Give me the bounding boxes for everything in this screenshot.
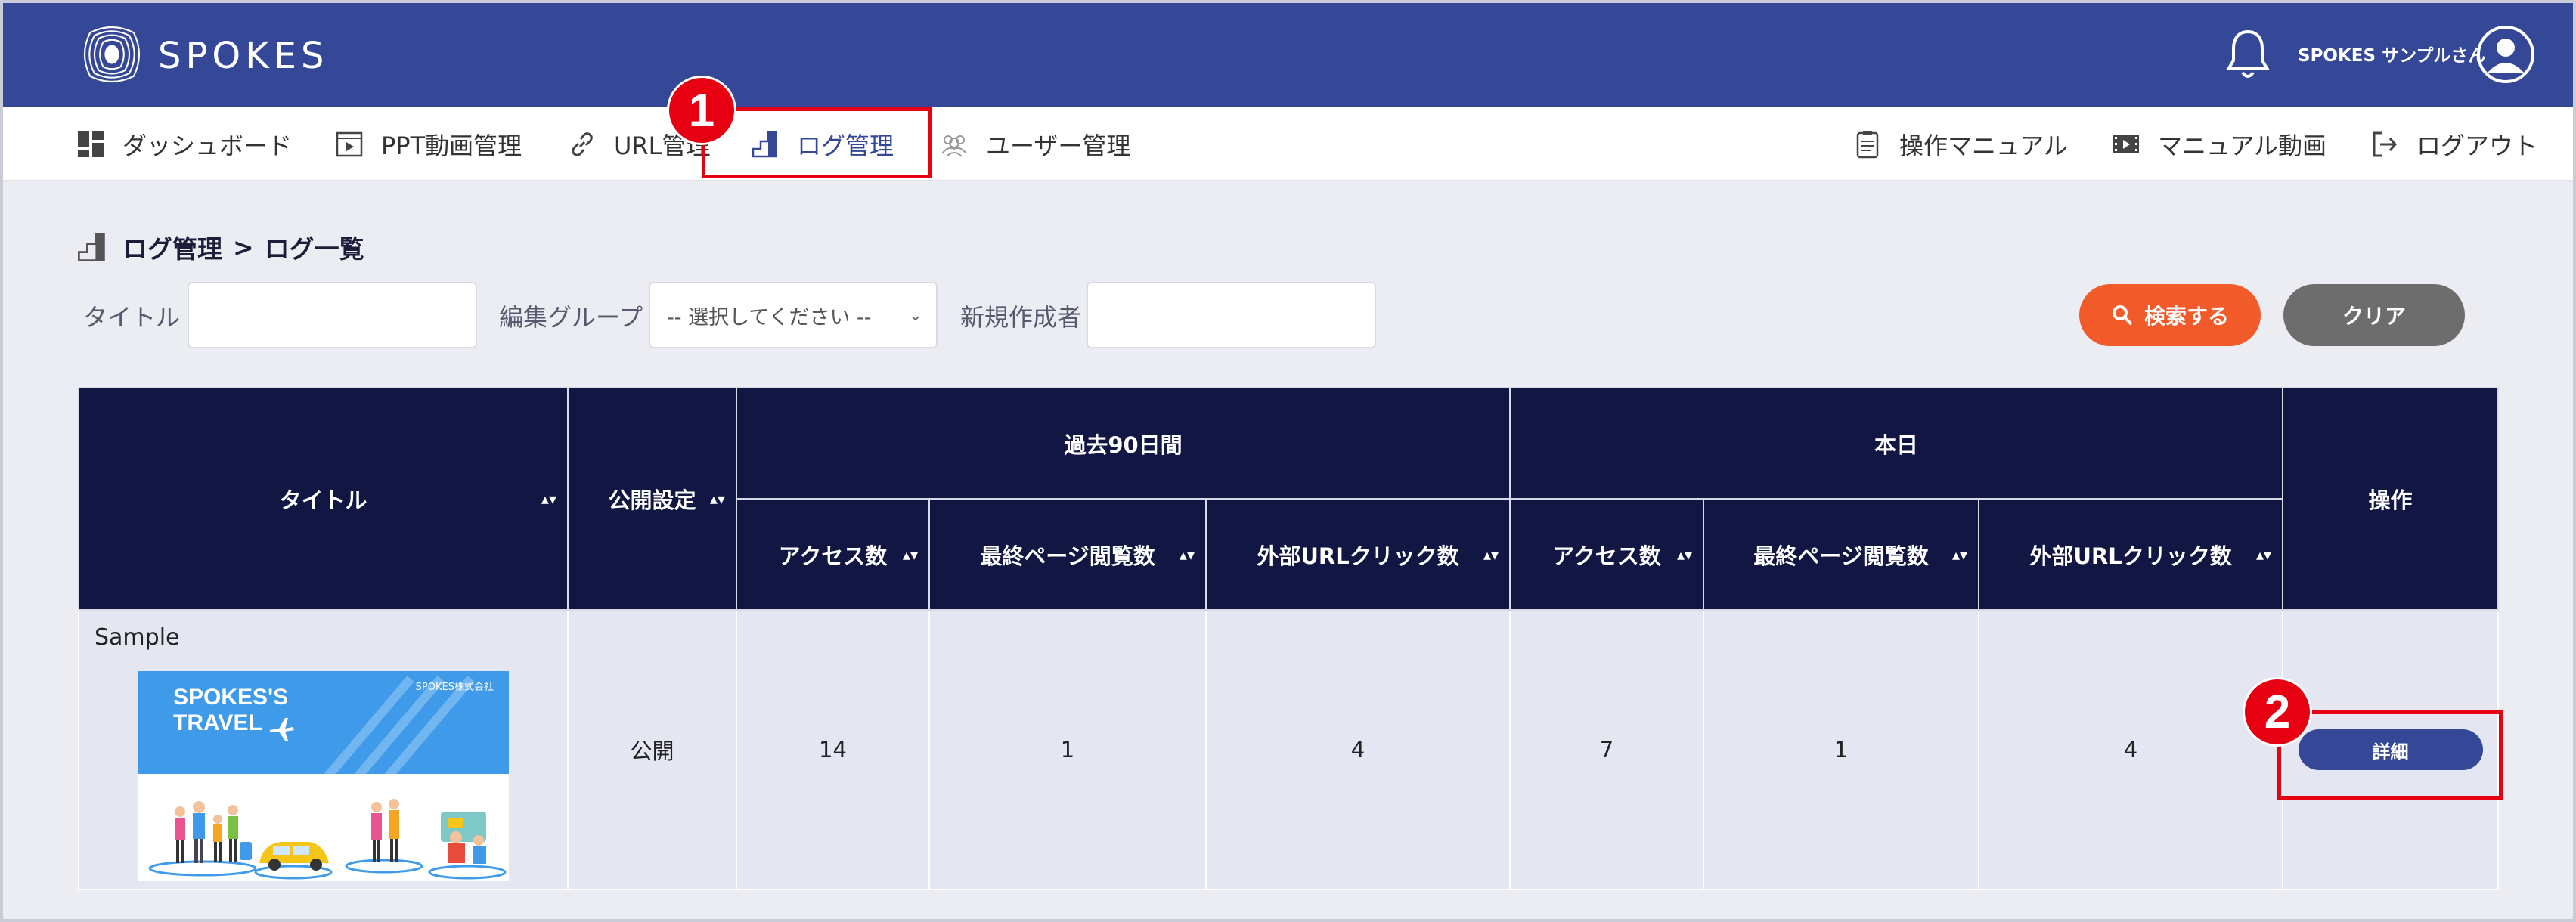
group-filter-select[interactable]: -- 選択してください -- ⌄ (649, 282, 938, 348)
user-avatar-icon[interactable] (2475, 24, 2536, 85)
sort-icon: ▴▾ (2255, 545, 2272, 564)
thumbnail-company: SPOKES株式会社 (415, 682, 494, 693)
th-today-access[interactable]: アクセス数 ▴▾ (1509, 498, 1705, 611)
nav-dashboard-label: ダッシュボード (122, 131, 293, 160)
th-publish-label: 公開設定 (608, 487, 696, 513)
dashboard-icon (78, 131, 104, 157)
cell-past90-access: 14 (736, 609, 930, 890)
group-filter-value: -- 選択してください -- (667, 305, 872, 330)
bell-icon[interactable] (2224, 27, 2271, 82)
th-past90-access[interactable]: アクセス数 ▴▾ (736, 498, 930, 611)
nav-users-label: ユーザー管理 (986, 131, 1131, 160)
nav-dashboard[interactable]: ダッシュボード (76, 107, 292, 181)
cell-past90-ext-url: 4 (1204, 609, 1511, 890)
thumbnail-image[interactable]: SPOKES'S TRAVEL SPOKES株式会社 (138, 671, 509, 881)
travel-illustration (148, 799, 507, 880)
manual-icon (1856, 130, 1879, 158)
nav-ppt-video-label: PPT動画管理 (381, 131, 522, 160)
th-last-page-label: 最終ページ閲覧数 (980, 543, 1155, 569)
cell-title: Sample SPOKES'S TRAVEL SPOKES株式会社 (78, 609, 569, 890)
group-filter-label: 編集グループ (499, 303, 643, 332)
logo-text: SPOKES (158, 35, 329, 77)
title-filter-label: タイトル (83, 303, 181, 332)
cell-today-last-page: 1 (1703, 609, 1980, 890)
sort-icon: ▴▾ (902, 545, 918, 564)
user-name[interactable]: SPOKES サンプルさん (2298, 41, 2485, 67)
th-past90-ext-url[interactable]: 外部URLクリック数 ▴▾ (1204, 498, 1511, 611)
sort-icon: ▴▾ (541, 490, 556, 508)
log-chart-icon (78, 233, 105, 261)
logout-icon (2373, 131, 2397, 156)
th-ext-url-label: 外部URLクリック数 (2029, 543, 2232, 569)
th-publish[interactable]: 公開設定 ▴▾ (567, 387, 737, 611)
chevron-down-icon: ⌄ (908, 306, 922, 325)
clear-button[interactable]: クリア (2283, 284, 2465, 346)
nav-manual-video[interactable]: マニュアル動画 (2111, 107, 2326, 181)
title-filter-input[interactable] (188, 282, 477, 348)
cell-publish: 公開 (567, 609, 737, 890)
th-today-ext-url[interactable]: 外部URLクリック数 ▴▾ (1978, 498, 2284, 611)
sort-icon: ▴▾ (1676, 545, 1693, 564)
th-past90-last-page[interactable]: 最終ページ閲覧数 ▴▾ (928, 498, 1207, 611)
thumbnail-banner: SPOKES'S TRAVEL SPOKES株式会社 (138, 671, 509, 774)
step-badge-1: 1 (667, 76, 736, 145)
sort-icon: ▴▾ (1179, 545, 1195, 564)
search-button-label: 検索する (2144, 304, 2229, 329)
th-last-page-label: 最終ページ閲覧数 (1753, 543, 1929, 569)
nav-users[interactable]: ユーザー管理 (939, 107, 1130, 181)
step-badge-2: 2 (2243, 677, 2312, 747)
table-row: Sample SPOKES'S TRAVEL SPOKES株式会社 公開 14 … (78, 609, 2500, 890)
th-access-label: アクセス数 (778, 543, 888, 569)
creator-filter-label: 新規作成者 (960, 303, 1082, 332)
app-header: SPOKES SPOKES サンプルさん (3, 3, 2573, 107)
spokes-logo-icon[interactable] (76, 17, 148, 92)
th-ext-url-label: 外部URLクリック数 (1257, 543, 1459, 569)
sort-icon: ▴▾ (1483, 545, 1499, 564)
sort-icon: ▴▾ (1951, 545, 1968, 564)
highlight-box-2 (2277, 710, 2503, 800)
th-access-label: アクセス数 (1552, 543, 1661, 569)
th-actions: 操作 (2282, 387, 2500, 611)
airplane-icon (270, 718, 294, 741)
search-button[interactable]: 検索する (2079, 284, 2261, 346)
nav-manual-video-label: マニュアル動画 (2158, 131, 2327, 160)
sort-icon: ▴▾ (709, 490, 725, 508)
link-icon (572, 131, 593, 156)
nav-ppt-video[interactable]: PPT動画管理 (334, 107, 522, 181)
highlight-box-1 (702, 107, 932, 178)
th-title-label: タイトル (279, 487, 367, 513)
main-nav: ダッシュボード PPT動画管理 URL管理 ログ管理 ユーザー管理 操作マニュア… (3, 107, 2573, 181)
log-table: タイトル ▴▾ 公開設定 ▴▾ 過去90日間 本日 操作 アクセス数 ▴▾ 最終ペ… (78, 387, 2500, 890)
breadcrumb-separator: > (233, 232, 254, 262)
breadcrumb: ログ管理 > ログ一覧 (76, 227, 364, 268)
breadcrumb-page: ログ一覧 (264, 234, 364, 264)
row-title: Sample (95, 624, 180, 651)
ppt-video-icon (336, 131, 363, 156)
th-title[interactable]: タイトル ▴▾ (78, 387, 569, 611)
cell-today-access: 7 (1509, 609, 1705, 890)
search-icon (2112, 305, 2133, 326)
users-icon (941, 135, 967, 157)
th-today-last-page[interactable]: 最終ページ閲覧数 ▴▾ (1703, 498, 1980, 611)
thumbnail-title-line1: SPOKES'S (173, 685, 289, 710)
video-icon (2113, 135, 2139, 153)
breadcrumb-section[interactable]: ログ管理 (122, 229, 222, 265)
creator-filter-input[interactable] (1087, 282, 1376, 348)
th-today: 本日 (1509, 387, 2284, 500)
nav-manual-label: 操作マニュアル (1899, 131, 2069, 160)
cell-today-ext-url: 4 (1978, 609, 2284, 890)
nav-logout-label: ログアウト (2416, 131, 2538, 160)
th-past90: 過去90日間 (735, 387, 1511, 500)
cell-past90-last-page: 1 (928, 609, 1207, 890)
nav-logout[interactable]: ログアウト (2370, 107, 2537, 181)
nav-manual[interactable]: 操作マニュアル (1852, 107, 2068, 181)
